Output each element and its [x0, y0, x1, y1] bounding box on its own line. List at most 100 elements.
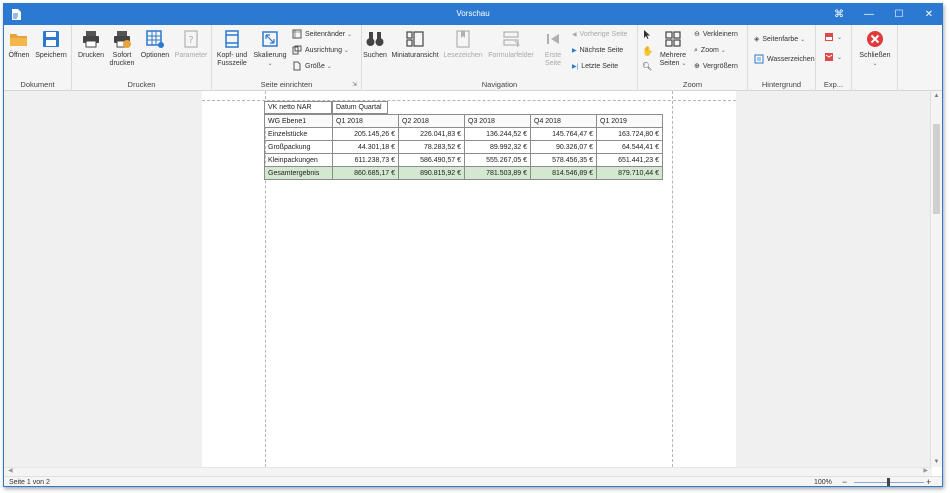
pointer-tool-button[interactable] — [642, 28, 655, 42]
options-grid-icon — [146, 30, 164, 48]
first-page-button[interactable]: Erste Seite — [542, 29, 564, 68]
zoom-plus-button[interactable]: + — [926, 477, 931, 486]
margins-dropdown[interactable]: Seitenränder ⌄ — [292, 28, 352, 42]
chevron-down-icon: ⌄ — [872, 61, 878, 67]
value-cell: 89.992,32 € — [464, 140, 531, 154]
right-margin-line — [672, 91, 673, 467]
form-fields-button[interactable]: Formularfelder — [486, 29, 536, 60]
scroll-down-icon[interactable]: ▼ — [931, 457, 942, 467]
open-button[interactable]: Öffnen — [6, 29, 32, 60]
export-pdf-icon — [825, 33, 833, 42]
zoom-out-button[interactable]: ⊖ Verkleinern — [694, 28, 738, 42]
group-label-export: Exp... — [823, 80, 844, 89]
zoom-slider-thumb[interactable] — [887, 478, 890, 486]
column-field-header: Datum Quartal — [332, 101, 388, 114]
hand-tool-button[interactable]: ✋ — [642, 44, 653, 58]
dialog-launcher-icon[interactable]: ⇲ — [352, 81, 357, 88]
watermark-button[interactable]: Wasserzeichen — [754, 53, 815, 67]
bookmark-icon — [456, 30, 470, 48]
save-button[interactable]: Speichern — [34, 29, 68, 60]
group-seite-einrichten: Kopf- und Fusszeile Skalierung ⌄ Seitenr… — [212, 25, 362, 91]
export-dropdown[interactable]: ⌄ — [824, 31, 842, 45]
column-header-cell: Q3 2018 — [464, 114, 531, 128]
last-page-button[interactable]: ▶| Letzte Seite — [572, 60, 618, 74]
hand-icon: ✋ — [642, 46, 654, 56]
zoom-minus-button[interactable]: − — [842, 477, 847, 486]
first-page-icon — [547, 34, 559, 44]
scroll-left-icon[interactable]: ◀ — [8, 467, 13, 474]
bookmarks-button[interactable]: Lesezeichen — [442, 29, 484, 60]
scroll-right-icon[interactable]: ▶ — [923, 467, 928, 474]
report-page: VK netto NAR Datum Quartal WG Ebene1 Q1 … — [202, 91, 736, 467]
zoom-icon: ⌕ — [694, 47, 698, 54]
group-label-dokument: Dokument — [20, 80, 55, 89]
group-label-drucken: Drucken — [127, 80, 156, 89]
vertical-scroll-thumb[interactable] — [933, 124, 940, 214]
options-button[interactable]: Optionen — [138, 29, 172, 60]
value-cell: 44.301,18 € — [332, 140, 399, 154]
print-button[interactable]: Drucken — [76, 29, 106, 60]
value-cell: 78.283,52 € — [398, 140, 465, 154]
value-cell: 611.238,73 € — [332, 153, 399, 167]
close-circle-icon — [867, 31, 883, 47]
svg-text:?: ? — [188, 35, 193, 46]
value-cell: 555.267,05 € — [464, 153, 531, 167]
group-dokument: Öffnen Speichern Dokument — [4, 25, 72, 91]
group-label-zoom: Zoom — [682, 80, 703, 89]
maximize-button[interactable]: ☐ — [884, 4, 914, 25]
group-label-navigation: Navigation — [481, 80, 518, 89]
size-dropdown[interactable]: Größe ⌄ — [292, 60, 332, 74]
search-button[interactable]: Suchen — [362, 29, 388, 60]
group-export: ⌄ ⌄ Exp... — [816, 25, 852, 91]
chevron-down-icon: ⌄ — [800, 37, 806, 43]
close-preview-button[interactable]: Schließen ⌄ — [856, 29, 894, 68]
orientation-icon — [292, 45, 302, 55]
value-cell: 651.441,23 € — [596, 153, 663, 167]
chevron-down-icon: ⌄ — [837, 55, 843, 61]
next-page-button[interactable]: ▶ Nächste Seite — [572, 44, 623, 58]
scaling-icon — [262, 31, 278, 47]
header-footer-icon — [225, 30, 239, 48]
total-value-cell: 879.710,44 € — [596, 166, 663, 180]
send-dropdown[interactable]: ⌄ — [824, 51, 842, 65]
scaling-button[interactable]: Skalierung ⌄ — [252, 29, 288, 68]
vertical-scrollbar[interactable]: ▲ ▼ — [930, 91, 942, 467]
previous-page-button[interactable]: ◀ Vorherige Seite — [572, 28, 628, 42]
orientation-dropdown[interactable]: Ausrichtung ⌄ — [292, 44, 349, 58]
group-navigation: Suchen Miniaturansicht Lesezeichen Formu… — [362, 25, 638, 91]
value-cell: 205.145,26 € — [332, 127, 399, 141]
multiple-pages-icon — [665, 31, 681, 47]
paint-bucket-icon: ◈ — [754, 36, 760, 43]
header-footer-button[interactable]: Kopf- und Fusszeile — [214, 29, 250, 68]
page-color-dropdown[interactable]: ◈ Seitenfarbe ⌄ — [754, 33, 805, 47]
pin-button[interactable]: ⌘ — [824, 4, 854, 25]
minimize-button[interactable]: — — [854, 4, 884, 25]
magnifier-tool-button[interactable]: 🔍︎ — [642, 60, 652, 74]
preview-window: Vorschau ⌘ — ☐ ✕ Öffnen Speichern Dokume… — [3, 3, 943, 487]
thumbnail-button[interactable]: Miniaturansicht — [390, 29, 440, 60]
preview-area[interactable]: VK netto NAR Datum Quartal WG Ebene1 Q1 … — [4, 91, 932, 467]
scroll-up-icon[interactable]: ▲ — [931, 91, 942, 101]
parameter-icon: ? — [184, 30, 198, 48]
thumbnails-icon — [406, 31, 424, 47]
zoom-dropdown[interactable]: ⌕ Zoom ⌄ — [694, 44, 726, 58]
column-header-cell: Q1 2018 — [332, 114, 399, 128]
group-label-hintergrund: Hintergrund — [761, 80, 802, 89]
value-cell: 145.764,47 € — [530, 127, 597, 141]
value-cell: 163.724,80 € — [596, 127, 663, 141]
page-info: Seite 1 von 2 — [9, 479, 50, 486]
multiple-pages-button[interactable]: Mehrere Seiten ⌄ — [656, 29, 690, 68]
zoom-in-button[interactable]: ⊕ Vergrößern — [694, 60, 738, 74]
table-header-row: WG Ebene1 Q1 2018 Q2 2018 Q3 2018 Q4 201… — [264, 114, 663, 128]
close-window-button[interactable]: ✕ — [914, 4, 942, 25]
chevron-down-icon: ⌄ — [720, 48, 726, 54]
window-title: Vorschau — [456, 9, 490, 18]
group-hintergrund: ◈ Seitenfarbe ⌄ Wasserzeichen Hintergrund — [748, 25, 816, 91]
value-cell: 586.490,57 € — [398, 153, 465, 167]
chevron-down-icon: ⌄ — [267, 61, 273, 67]
parameter-button[interactable]: ? Parameter — [174, 29, 208, 60]
form-fields-icon — [503, 31, 521, 48]
horizontal-scrollbar[interactable]: ◀ ▶ — [4, 467, 932, 476]
quick-print-button[interactable]: Sofort drucken — [108, 29, 136, 68]
next-arrow-icon: ▶ — [572, 48, 577, 54]
